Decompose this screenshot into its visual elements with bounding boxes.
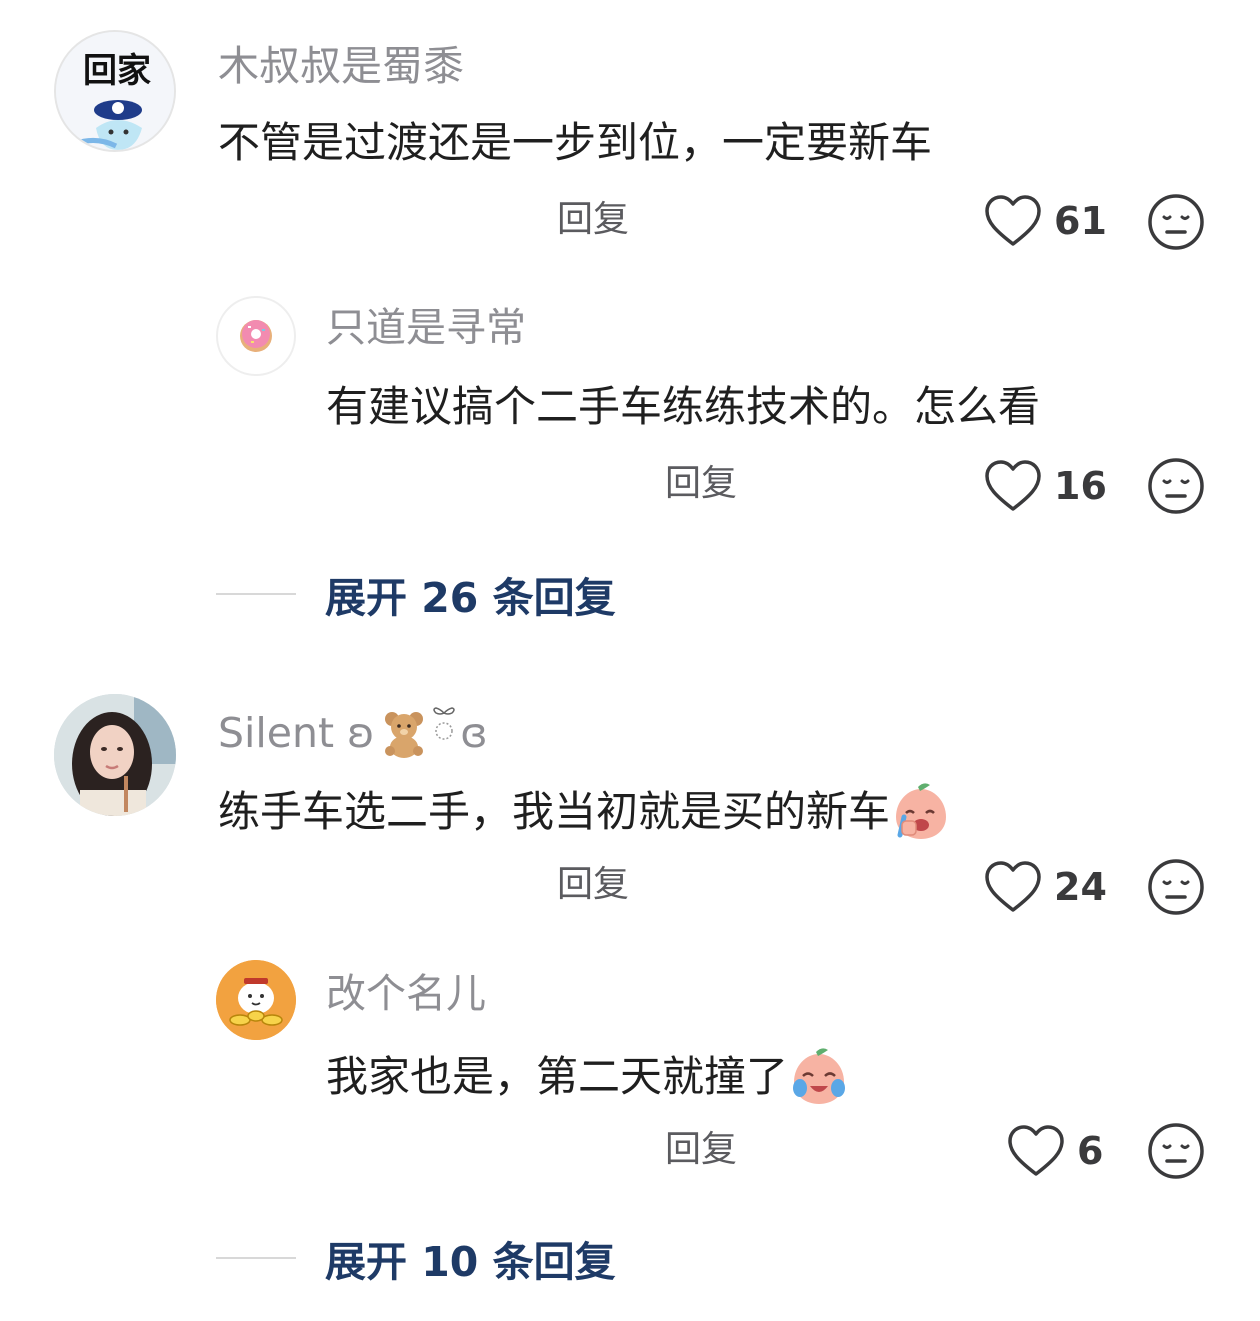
avatar[interactable] [216,296,296,376]
divider-line [216,593,296,595]
like-button[interactable]: 16 [984,456,1107,516]
girl-photo-avatar [54,694,176,816]
like-count: 6 [1077,1129,1104,1173]
heart-icon [985,861,1041,912]
divider-line [216,1257,296,1259]
expand-replies-button[interactable]: 展开 10 条回复 [216,1228,616,1288]
reply-button[interactable]: 回复 [557,863,629,907]
dislike-face-icon[interactable] [1147,858,1205,916]
expand-replies-button[interactable]: 展开 26 条回复 [216,564,616,624]
crying-peach-emoji [896,783,947,839]
donut-icon [240,320,272,352]
reply-button[interactable]: 回复 [665,1128,737,1172]
reply-text-body: 我家也是，第二天就撞了 [326,1052,789,1101]
avatar[interactable] [216,960,296,1040]
like-button[interactable]: 24 [984,857,1107,917]
avatar[interactable] [54,694,176,816]
heart-icon [985,460,1041,511]
heart-icon [985,195,1041,246]
like-button[interactable]: 6 [1007,1121,1103,1181]
heart-icon [1008,1125,1064,1176]
avatar-text: 回家 [83,51,151,91]
like-count: 61 [1054,199,1107,243]
reply-text: 有建议搞个二手车练练技术的。怎么看 [326,382,1041,431]
crying-laughing-peach-emoji [793,1048,846,1104]
comment-text: 不管是过渡还是一步到位，一定要新车 [218,118,933,167]
dislike-face-icon[interactable] [1147,193,1205,251]
like-button[interactable]: 61 [984,191,1107,251]
reply-text: 我家也是，第二天就撞了 [326,1046,850,1108]
reply-username[interactable]: 改个名儿 [326,970,486,1018]
reply-button[interactable]: 回复 [557,198,629,242]
expand-replies-label: 展开 10 条回复 [325,1238,616,1286]
avatar[interactable]: 回家 [54,30,176,152]
cartoon-mascot-avatar [216,960,296,1040]
comment-text-body: 练手车选二手，我当初就是买的新车 [218,787,891,836]
like-count: 24 [1054,865,1107,909]
reply-button[interactable]: 回复 [665,462,737,506]
like-count: 16 [1054,464,1107,508]
reply-username[interactable]: 只道是寻常 [326,304,526,352]
expand-replies-label: 展开 26 条回复 [325,574,616,622]
comment-username[interactable]: Silent ʚ ɞ [218,707,488,759]
comment-username-text: Silent ʚ [218,709,375,757]
anime-avatar-icon: 回家 [56,32,174,150]
teddy-bear-icon [385,712,424,758]
comment-username[interactable]: 木叔叔是蜀黍 [218,42,464,90]
dislike-face-icon[interactable] [1147,1122,1205,1180]
comment-username-suffix: ɞ [460,709,488,757]
comment-text: 练手车选二手，我当初就是买的新车 [218,781,952,843]
bow-icon [433,707,456,740]
dislike-face-icon[interactable] [1147,457,1205,515]
